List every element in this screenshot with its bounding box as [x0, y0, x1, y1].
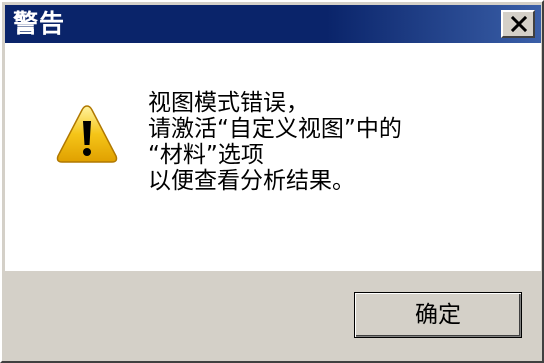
message-line: 请激活“自定义视图”中的: [148, 116, 402, 142]
dialog-content: 视图模式错误， 请激活“自定义视图”中的 “材料”选项 以便查看分析结果。: [5, 43, 541, 271]
dialog-title: 警告: [13, 9, 66, 38]
message-line: “材料”选项: [148, 142, 264, 168]
message-line: 视图模式错误，: [148, 90, 309, 116]
warning-dialog: 警告 视图模式错误， 请激活“自定义视图”中的 “材料”选项 以便查看分析结果。…: [0, 0, 544, 363]
message-line: 以便查看分析结果。: [148, 168, 355, 194]
title-bar[interactable]: 警告: [5, 5, 541, 43]
close-icon: [510, 15, 528, 33]
close-button[interactable]: [501, 10, 535, 38]
warning-icon: [56, 105, 118, 163]
ok-button[interactable]: 确定: [354, 292, 522, 338]
ok-button-label: 确定: [415, 302, 461, 328]
message-text: 视图模式错误， 请激活“自定义视图”中的 “材料”选项 以便查看分析结果。: [148, 90, 402, 194]
dialog-footer: 确定: [5, 271, 541, 359]
